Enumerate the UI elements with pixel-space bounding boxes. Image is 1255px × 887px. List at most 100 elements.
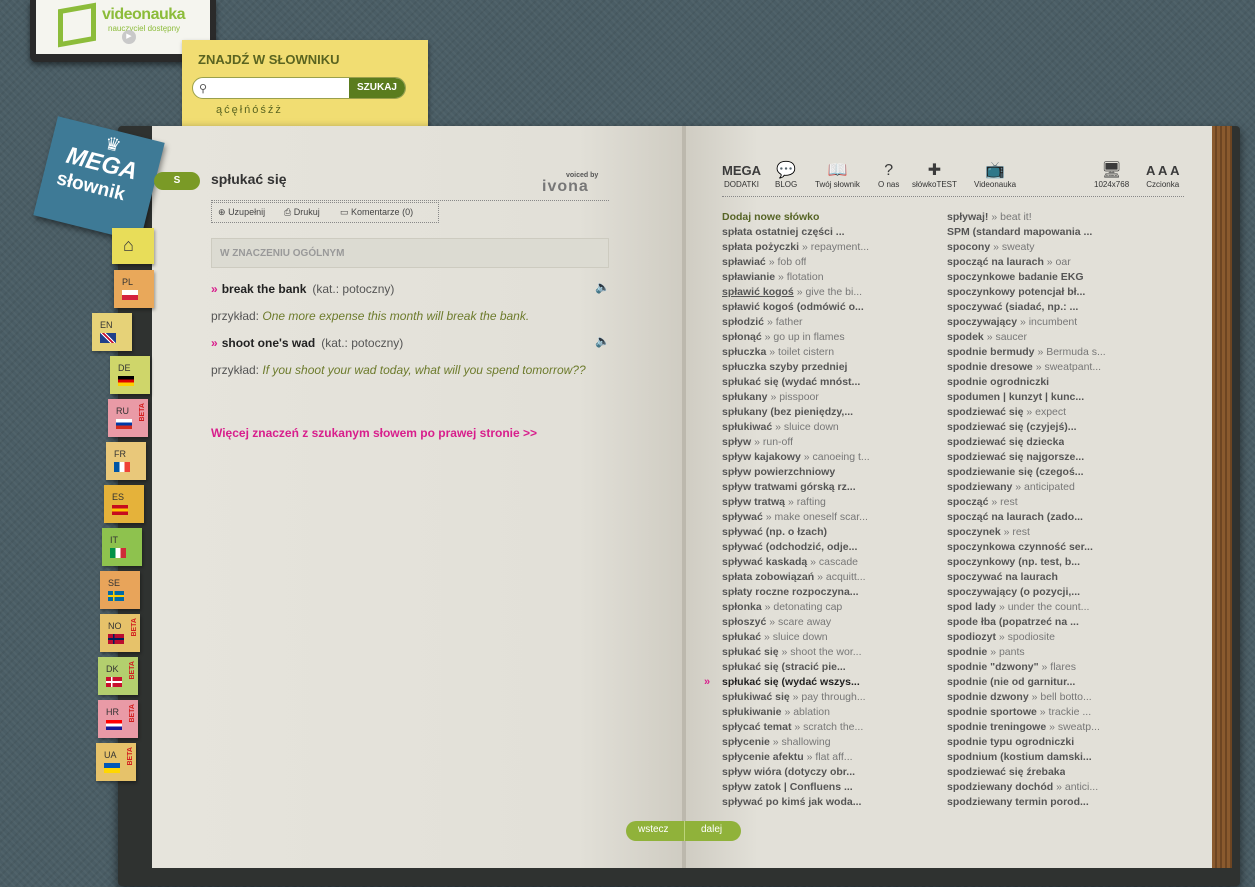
lang-tab-ru[interactable]: RU BETA <box>108 399 148 437</box>
word-list-item[interactable]: spodziewany » anticipated <box>947 480 1075 494</box>
word-list-item[interactable]: spodnie "dzwony" » flares <box>947 660 1076 674</box>
word-list-item[interactable]: spodziewać się (czyjejś)... <box>947 420 1077 434</box>
word-list-item[interactable]: spoczynkowe badanie EKG <box>947 270 1084 284</box>
word-list-item[interactable]: spodnie ogrodniczki <box>947 375 1049 389</box>
word-list-item[interactable]: spłuczka szyby przedniej <box>722 360 847 374</box>
word-list-item[interactable]: spływ » run-off <box>722 435 793 449</box>
word-list-item[interactable]: spoczynkowy potencjał bł... <box>947 285 1085 299</box>
word-list-item[interactable]: spocony » sweaty <box>947 240 1035 254</box>
word-list-item[interactable]: spłukać się (wydać mnóst... <box>722 375 860 389</box>
lang-tab-fr[interactable]: FR <box>106 442 146 480</box>
word-list-item[interactable]: spodnie » pants <box>947 645 1025 659</box>
word-list-item[interactable]: spłukiwać » sluice down <box>722 420 839 434</box>
word-list-item[interactable]: spłycenie afektu » flat aff... <box>722 750 853 764</box>
word-list-item[interactable]: spoczynkowa czynność ser... <box>947 540 1093 554</box>
word-list-item[interactable]: spławiać » fob off <box>722 255 806 269</box>
word-list-item[interactable]: spławić kogoś » give the bi... <box>722 285 862 299</box>
lang-tab-ua[interactable]: UA BETA <box>96 743 136 781</box>
word-list-item[interactable]: spływaj! » beat it! <box>947 210 1032 224</box>
word-list-item[interactable]: spływ tratwami górską rz... <box>722 480 856 494</box>
complete-action[interactable]: ⊕ Uzupełnij <box>218 207 265 218</box>
nav-videonauka[interactable]: 📺 Videonauka <box>974 162 1016 189</box>
word-list-item[interactable]: spłukać » sluice down <box>722 630 828 644</box>
word-list-item[interactable]: spocząć na laurach (zado... <box>947 510 1083 524</box>
word-list-item[interactable]: spłaty roczne rozpoczyna... <box>722 585 859 599</box>
word-list-item[interactable]: spoczywający (o pozycji,... <box>947 585 1080 599</box>
lang-tab-de[interactable]: DE <box>110 356 150 394</box>
word-list-item[interactable]: spod lady » under the count... <box>947 600 1089 614</box>
word-list-item[interactable]: spoczynek » rest <box>947 525 1030 539</box>
search-input[interactable] <box>213 80 349 96</box>
lang-tab-dk[interactable]: DK BETA <box>98 657 138 695</box>
word-list-item[interactable]: spłycenie » shallowing <box>722 735 831 749</box>
word-list-item[interactable]: spocząć na laurach » oar <box>947 255 1071 269</box>
word-list-item[interactable]: spływ zatok | Confluens ... <box>722 780 853 794</box>
lang-tab-no[interactable]: NO BETA <box>100 614 140 652</box>
word-list-item[interactable]: spłata ostatniej części ... <box>722 225 845 239</box>
word-list-item[interactable]: spłukać się (stracić pie... <box>722 660 846 674</box>
word-list-item[interactable]: spływ kajakowy » canoeing t... <box>722 450 870 464</box>
more-meanings-link[interactable]: Więcej znaczeń z szukanym słowem po praw… <box>211 426 537 440</box>
word-list-item[interactable]: SPM (standard mapowania ... <box>947 225 1092 239</box>
nav-o-nas[interactable]: ? O nas <box>878 162 899 189</box>
word-list-item[interactable]: spode łba (popatrzeć na ... <box>947 615 1079 629</box>
next-button[interactable]: dalej <box>701 824 722 835</box>
word-list-item[interactable]: spływ powierzchniowy <box>722 465 835 479</box>
word-list-item[interactable]: spłonąć » go up in flames <box>722 330 845 344</box>
word-list-item[interactable]: spoczynkowy (np. test, b... <box>947 555 1080 569</box>
comments-action[interactable]: ▭ Komentarze (0) <box>340 207 413 218</box>
word-list-item[interactable]: spodziewać się » expect <box>947 405 1066 419</box>
word-list-item[interactable]: spłycać temat » scratch the... <box>722 720 863 734</box>
lang-tab-en[interactable]: EN <box>92 313 132 351</box>
word-list-item[interactable]: spływ tratwą » rafting <box>722 495 826 509</box>
word-list-item[interactable]: spodnie (nie od garnitur... <box>947 675 1075 689</box>
lang-tab-es[interactable]: ES <box>104 485 144 523</box>
word-list-item[interactable]: spławianie » flotation <box>722 270 824 284</box>
word-list-item[interactable]: spłuczka » toilet cistern <box>722 345 834 359</box>
word-list-item[interactable]: spodziewać się dziecka <box>947 435 1064 449</box>
search-button[interactable]: SZUKAJ <box>349 78 405 98</box>
word-list-item[interactable]: spodnie treningowe » sweatp... <box>947 720 1100 734</box>
print-action[interactable]: ⎙ Drukuj <box>284 207 320 218</box>
letter-tab[interactable]: S <box>154 172 200 190</box>
word-list-item[interactable]: spłodzić » father <box>722 315 803 329</box>
nav-blog[interactable]: 💬 BLOG <box>775 162 797 189</box>
word-list-item[interactable]: spocząć » rest <box>947 495 1018 509</box>
word-list-item[interactable]: spływać (np. o łzach) <box>722 525 827 539</box>
nav-tw-j-s-ownik[interactable]: 📖 Twój słownik <box>815 162 860 189</box>
word-list-item[interactable]: spodnie bermudy » Bermuda s... <box>947 345 1106 359</box>
word-list-item[interactable]: spoczywający » incumbent <box>947 315 1077 329</box>
word-list-item[interactable]: spłata zobowiązań » acquitt... <box>722 570 866 584</box>
prev-button[interactable]: wstecz <box>638 824 669 835</box>
word-list-item[interactable]: spławić kogoś (odmówić o... <box>722 300 864 314</box>
word-list-item[interactable]: spłukany (bez pieniędzy,... <box>722 405 853 419</box>
speaker-icon[interactable]: 🔈 <box>595 334 610 348</box>
word-list-item[interactable]: spływ wióra (dotyczy obr... <box>722 765 855 779</box>
word-list-item[interactable]: spodnie dzwony » bell botto... <box>947 690 1092 704</box>
word-list-item[interactable]: spłukiwanie » ablation <box>722 705 830 719</box>
word-list-item[interactable]: spłukiwać się » pay through... <box>722 690 866 704</box>
word-list-item[interactable]: spłukać się » shoot the wor... <box>722 645 862 659</box>
word-list-item[interactable]: spodziewanie się (czegoś... <box>947 465 1084 479</box>
word-list-item[interactable]: spływać » make oneself scar... <box>722 510 868 524</box>
lang-tab-hr[interactable]: HR BETA <box>98 700 138 738</box>
word-list-item[interactable]: spodnium (kostium damski... <box>947 750 1092 764</box>
word-list-item[interactable]: spływać po kimś jak woda... <box>722 795 861 809</box>
lang-tab-pl[interactable]: PL <box>114 270 154 308</box>
special-characters[interactable]: ąćęłńóśźż <box>216 104 283 116</box>
word-list-item[interactable]: spodziewany termin porod... <box>947 795 1089 809</box>
word-list-item[interactable]: spłata pożyczki » repayment... <box>722 240 869 254</box>
word-list-item[interactable]: spodziewać się źrebaka <box>947 765 1065 779</box>
word-list-item[interactable]: spodziewać się najgorsze... <box>947 450 1084 464</box>
play-icon[interactable]: ▶ <box>122 30 136 44</box>
speaker-icon[interactable]: 🔈 <box>595 280 610 294</box>
home-tab[interactable]: ⌂ <box>112 228 154 264</box>
word-list-item[interactable]: spłonka » detonating cap <box>722 600 842 614</box>
word-list-item[interactable]: spodnie dresowe » sweatpant... <box>947 360 1101 374</box>
word-list-item[interactable]: spodnie sportowe » trackie ... <box>947 705 1091 719</box>
add-word-link[interactable]: Dodaj nowe słówko <box>722 210 819 224</box>
word-list-item[interactable]: spływać (odchodzić, odje... <box>722 540 857 554</box>
nav-czcionka[interactable]: A A A Czcionka <box>1146 162 1179 189</box>
nav-1024x768[interactable]: 🖥 1024x768 <box>1094 162 1129 189</box>
word-list-item[interactable]: spłukać się (wydać wszys... <box>722 675 860 689</box>
